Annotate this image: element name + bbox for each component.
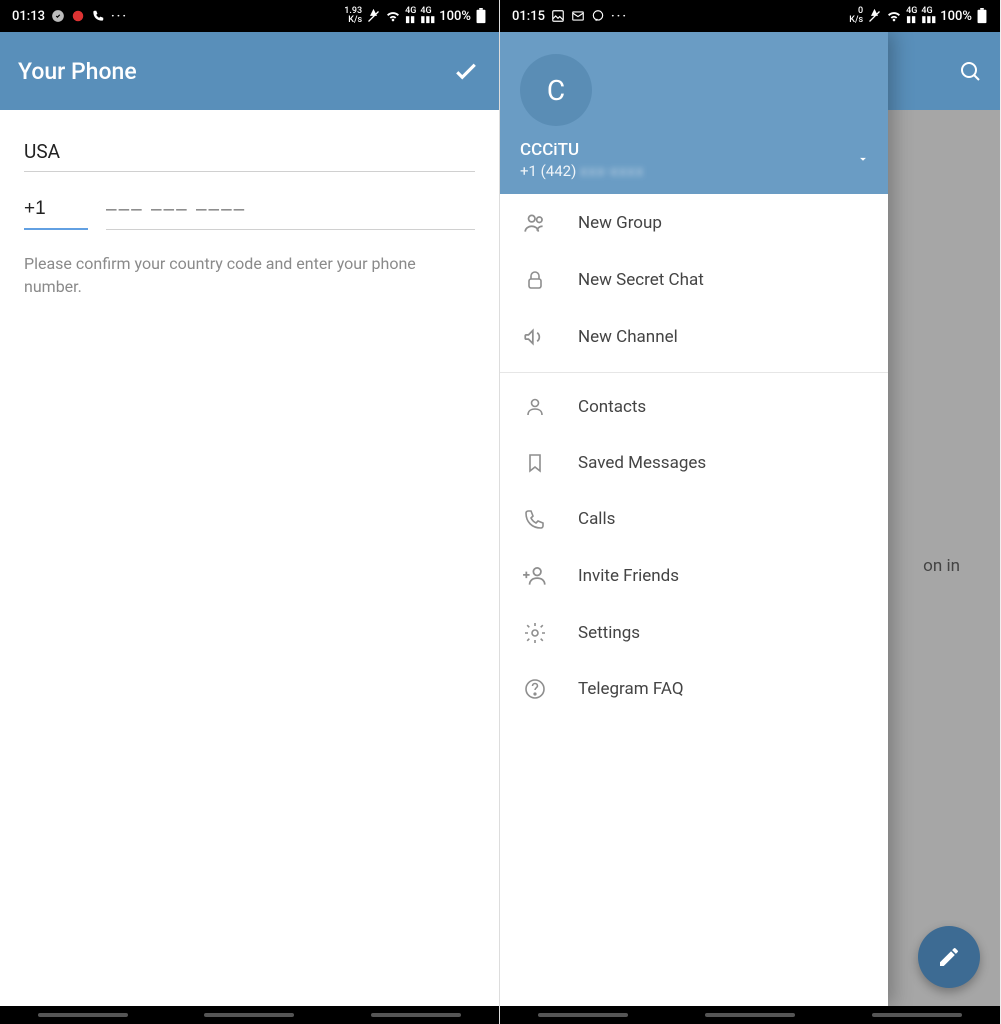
- megaphone-icon: [522, 324, 548, 350]
- status-bar: 01:13 ··· 1.93K/s: [0, 0, 499, 32]
- wifi-icon: [886, 8, 902, 24]
- phone-icon: [522, 507, 548, 531]
- menu-label: Settings: [578, 623, 640, 643]
- form-hint: Please confirm your country code and ent…: [24, 252, 475, 298]
- menu-label: New Secret Chat: [578, 270, 704, 290]
- network-type-1: 4G▮▮: [906, 7, 917, 25]
- network-speed: 0K/s: [849, 7, 863, 25]
- image-icon: [551, 9, 565, 23]
- help-icon: [522, 677, 548, 701]
- mute-icon: [366, 9, 381, 24]
- lock-icon: [522, 268, 548, 292]
- menu-new-group[interactable]: New Group: [500, 194, 888, 252]
- menu-telegram-faq[interactable]: Telegram FAQ: [500, 661, 888, 717]
- record-icon: [71, 9, 85, 23]
- menu-label: Telegram FAQ: [578, 679, 684, 699]
- search-icon[interactable]: [958, 59, 982, 83]
- menu-label: New Channel: [578, 327, 678, 347]
- network-speed: 1.93K/s: [344, 7, 362, 25]
- country-code-input[interactable]: [24, 188, 88, 230]
- drawer-header: C CCCiTU +1 (442) xxx-xxxx: [500, 32, 888, 194]
- drawer-menu: New Group New Secret Chat New Channel: [500, 194, 888, 1006]
- battery-percent: 100%: [940, 9, 972, 24]
- group-icon: [522, 210, 548, 236]
- status-time: 01:15: [512, 9, 545, 24]
- battery-percent: 100%: [439, 9, 471, 24]
- person-icon: [522, 395, 548, 419]
- menu-contacts[interactable]: Contacts: [500, 379, 888, 435]
- app-header: Your Phone: [0, 32, 499, 110]
- background-text-fragment: on in: [923, 556, 960, 576]
- menu-calls[interactable]: Calls: [500, 491, 888, 547]
- menu-saved-messages[interactable]: Saved Messages: [500, 435, 888, 491]
- menu-new-channel[interactable]: New Channel: [500, 308, 888, 366]
- call-muted-icon: [91, 9, 105, 23]
- menu-label: Contacts: [578, 397, 646, 417]
- mail-icon: [571, 9, 585, 23]
- drawer-username: CCCiTU: [520, 140, 868, 160]
- more-icon: ···: [611, 9, 628, 24]
- menu-label: Saved Messages: [578, 453, 706, 473]
- network-type-2: 4G▮▮▮: [420, 7, 435, 25]
- android-navbar: [500, 1006, 1000, 1024]
- menu-label: Calls: [578, 509, 615, 529]
- phone-number-input[interactable]: [106, 189, 475, 230]
- menu-settings[interactable]: Settings: [500, 605, 888, 661]
- country-picker[interactable]: USA: [24, 130, 475, 172]
- menu-label: New Group: [578, 213, 662, 233]
- menu-invite-friends[interactable]: Invite Friends: [500, 547, 888, 605]
- gear-icon: [522, 621, 548, 645]
- confirm-button[interactable]: [451, 56, 481, 86]
- battery-icon: [475, 8, 487, 24]
- chat-icon: [591, 9, 605, 23]
- mute-icon: [867, 9, 882, 24]
- new-message-fab[interactable]: [918, 926, 980, 988]
- phone-form: USA Please confirm your country code and…: [0, 110, 499, 1006]
- menu-new-secret-chat[interactable]: New Secret Chat: [500, 252, 888, 308]
- avatar-initial: C: [547, 74, 565, 107]
- battery-icon: [976, 8, 988, 24]
- vpn-icon: [51, 9, 65, 23]
- person-add-icon: [522, 563, 548, 589]
- page-title: Your Phone: [18, 58, 137, 85]
- drawer-phone: +1 (442) xxx-xxxx: [520, 162, 868, 180]
- menu-divider: [500, 372, 888, 373]
- status-bar: 01:15 ··· 0K/s 4G: [500, 0, 1000, 32]
- menu-label: Invite Friends: [578, 566, 679, 586]
- network-type-2: 4G▮▮▮: [921, 7, 936, 25]
- screen-drawer: 01:15 ··· 0K/s 4G: [500, 0, 1000, 1024]
- network-type-1: 4G▮▮: [405, 7, 416, 25]
- account-switcher-icon[interactable]: [856, 152, 870, 166]
- bookmark-icon: [522, 451, 548, 475]
- status-time: 01:13: [12, 9, 45, 24]
- android-navbar: [0, 1006, 499, 1024]
- more-icon: ···: [111, 9, 128, 24]
- avatar[interactable]: C: [520, 54, 592, 126]
- navigation-drawer: C CCCiTU +1 (442) xxx-xxxx New Group: [500, 32, 888, 1006]
- wifi-icon: [385, 8, 401, 24]
- screen-your-phone: 01:13 ··· 1.93K/s: [0, 0, 500, 1024]
